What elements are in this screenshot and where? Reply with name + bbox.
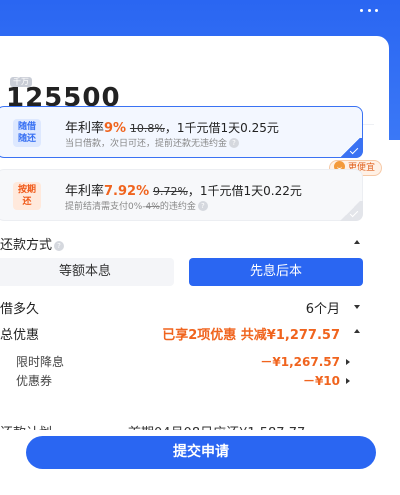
discount-item-label: 限时降息 (16, 355, 65, 369)
question-icon[interactable]: ? (229, 138, 240, 148)
repay-option-equal-installment[interactable]: 等额本息 (0, 258, 174, 286)
chevron-down-icon[interactable] (354, 305, 360, 309)
plan-installment[interactable]: 按期 还 年利率7.92% 9.72%，1千元借1天0.22元 提前结清需支付0… (0, 169, 363, 221)
repay-plan-value: 首期04月08日应还¥1,587.77 (128, 422, 305, 430)
selected-check-icon (337, 138, 363, 158)
discount-item-value[interactable]: －¥10 (303, 372, 350, 389)
unselected-check-icon (337, 201, 363, 221)
plan-badge-installment: 按期 还 (13, 182, 41, 210)
submit-button[interactable]: 提交申请 (26, 436, 376, 469)
plan-daily-cost: ，1千元借1天0.25元 (164, 121, 279, 135)
plan-desc: 提前结清需支付0%-4%的违约金? (65, 199, 208, 212)
plan-rate: 7.92% (104, 184, 150, 199)
repay-option-interest-first[interactable]: 先息后本 (189, 258, 363, 286)
plan-rate-line: 年利率9% 10.8%，1千元借1天0.25元 (65, 121, 279, 136)
plan-old-rate: 9.72% (152, 185, 188, 198)
plan-flexible[interactable]: 随借 随还 年利率9% 10.8%，1千元借1天0.25元 当日借款，次日可还，… (0, 106, 363, 158)
term-value[interactable]: 6个月 (306, 298, 340, 317)
plan-badge-flexible: 随借 随还 (13, 119, 41, 147)
more-icon[interactable] (360, 6, 378, 14)
plan-daily-cost: ，1千元借1天0.22元 (187, 184, 302, 198)
question-icon[interactable]: ? (197, 201, 208, 211)
repay-plan-row[interactable]: 还款计划 首期04月08日应还¥1,587.77 (0, 416, 360, 430)
collapse-icon[interactable] (354, 329, 360, 333)
discount-value[interactable]: 已享2项优惠 共减¥1,277.57 (162, 324, 340, 343)
chevron-right-icon (346, 378, 350, 384)
chevron-right-icon (346, 359, 350, 365)
collapse-icon[interactable] (354, 240, 360, 244)
plan-rate-line: 年利率7.92% 9.72%，1千元借1天0.22元 (65, 184, 302, 199)
term-label: 借多久 (0, 302, 40, 317)
discount-label: 总优惠 (0, 328, 40, 343)
repay-plan-label: 还款计划 (0, 422, 52, 430)
repay-method-title: 还款方式? (0, 234, 65, 253)
discount-item-label: 优惠券 (16, 374, 53, 388)
discount-item-value[interactable]: －¥1,267.57 (260, 353, 350, 370)
question-icon[interactable]: ? (54, 241, 65, 251)
plan-rate: 9% (104, 121, 127, 136)
plan-desc: 当日借款，次日可还，提前还款无违约金? (65, 136, 240, 149)
plan-old-rate: 10.8% (129, 122, 165, 135)
